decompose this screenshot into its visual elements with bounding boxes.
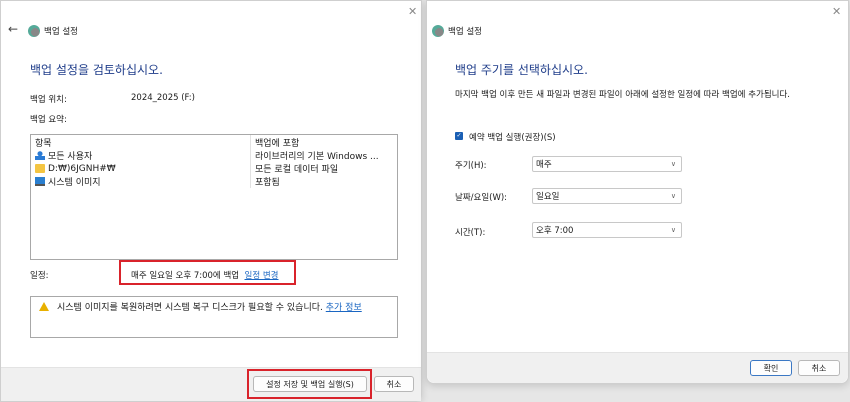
item-name: 모든 사용자	[48, 152, 93, 162]
window-title: 백업 설정	[432, 25, 482, 37]
folder-icon	[35, 164, 45, 173]
day-value: 일요일	[536, 192, 560, 202]
footer: 설정 저장 및 백업 실행(S) 취소	[1, 367, 421, 401]
list-item[interactable]: 시스템 이미지 포함됨	[31, 175, 397, 188]
warning-message: 시스템 이미지를 복원하려면 시스템 복구 디스크가 필요할 수 있습니다. 추…	[57, 300, 362, 334]
item-included: 라이브러리의 기본 Windows ...	[255, 152, 379, 162]
close-icon[interactable]: ✕	[408, 5, 417, 18]
more-info-link[interactable]: 추가 정보	[326, 303, 362, 313]
window-title-text: 백업 설정	[44, 27, 78, 37]
frequency-value: 매주	[536, 160, 552, 170]
list-item[interactable]: 모든 사용자 라이브러리의 기본 Windows ...	[31, 149, 397, 162]
checkbox-label[interactable]: 예약 백업 실행(권장)(S)	[469, 131, 556, 143]
warning-text: 시스템 이미지를 복원하려면 시스템 복구 디스크가 필요할 수 있습니다.	[57, 303, 323, 313]
cancel-button[interactable]: 취소	[374, 376, 414, 392]
item-included: 모든 로컬 데이터 파일	[255, 165, 339, 175]
backup-schedule-window: ✕ 백업 설정 백업 주기를 선택하십시오. 마지막 백업 이후 만든 새 파일…	[426, 0, 849, 384]
chevron-down-icon: ∨	[670, 226, 676, 234]
page-title: 백업 설정을 검토하십시오.	[30, 63, 163, 77]
page-title: 백업 주기를 선택하십시오.	[455, 63, 588, 77]
day-label: 날짜/요일(W):	[455, 193, 508, 203]
footer: 확인 취소	[427, 352, 848, 383]
window-title: 백업 설정	[28, 25, 78, 37]
list-item[interactable]: D:₩)6JGNH#₩ 모든 로컬 데이터 파일	[31, 162, 397, 175]
backup-summary-list[interactable]: 항목 백업에 포함 모든 사용자 라이브러리의 기본 Windows ... D…	[30, 134, 398, 260]
backup-app-icon	[28, 25, 40, 37]
chevron-down-icon: ∨	[670, 160, 676, 168]
frequency-label: 주기(H):	[455, 161, 487, 171]
backup-app-icon	[432, 25, 444, 37]
description: 마지막 백업 이후 만든 새 파일과 변경된 파일이 아래에 설정한 일정에 따…	[455, 90, 790, 100]
scheduled-backup-checkbox[interactable]: ✓	[455, 132, 463, 140]
summary-label: 백업 요약:	[30, 115, 67, 125]
change-schedule-link[interactable]: 일정 변경	[245, 271, 279, 281]
cancel-button[interactable]: 취소	[798, 360, 840, 376]
time-select[interactable]: 오후 7:00 ∨	[532, 222, 682, 238]
day-select[interactable]: 일요일 ∨	[532, 188, 682, 204]
ok-button[interactable]: 확인	[750, 360, 792, 376]
backup-review-window: ✕ ← 백업 설정 백업 설정을 검토하십시오. 백업 위치: 2024_202…	[0, 0, 422, 402]
time-value: 오후 7:00	[536, 226, 574, 236]
schedule-label: 일정:	[30, 271, 49, 281]
save-and-run-button[interactable]: 설정 저장 및 백업 실행(S)	[253, 376, 367, 392]
close-icon[interactable]: ✕	[832, 5, 841, 18]
list-header: 항목 백업에 포함	[31, 135, 397, 149]
time-label: 시간(T):	[455, 228, 486, 238]
back-arrow-icon[interactable]: ←	[8, 22, 18, 36]
warning-box: 시스템 이미지를 복원하려면 시스템 복구 디스크가 필요할 수 있습니다. 추…	[30, 296, 398, 338]
monitor-icon	[35, 177, 45, 186]
item-included: 포함됨	[255, 178, 280, 188]
location-value: 2024_2025 (F:)	[131, 93, 195, 103]
schedule-value: 매주 일요일 오후 7:00에 백업 일정 변경	[131, 269, 279, 281]
column-header-item[interactable]: 항목	[31, 135, 251, 149]
schedule-text: 매주 일요일 오후 7:00에 백업	[131, 271, 240, 281]
chevron-down-icon: ∨	[670, 192, 676, 200]
location-label: 백업 위치:	[30, 95, 67, 105]
item-name: D:₩)6JGNH#₩	[48, 163, 116, 174]
users-icon	[35, 151, 45, 160]
frequency-select[interactable]: 매주 ∨	[532, 156, 682, 172]
warning-icon	[39, 302, 49, 311]
column-header-included[interactable]: 백업에 포함	[251, 136, 397, 149]
window-title-text: 백업 설정	[448, 27, 482, 37]
item-name: 시스템 이미지	[48, 178, 101, 188]
